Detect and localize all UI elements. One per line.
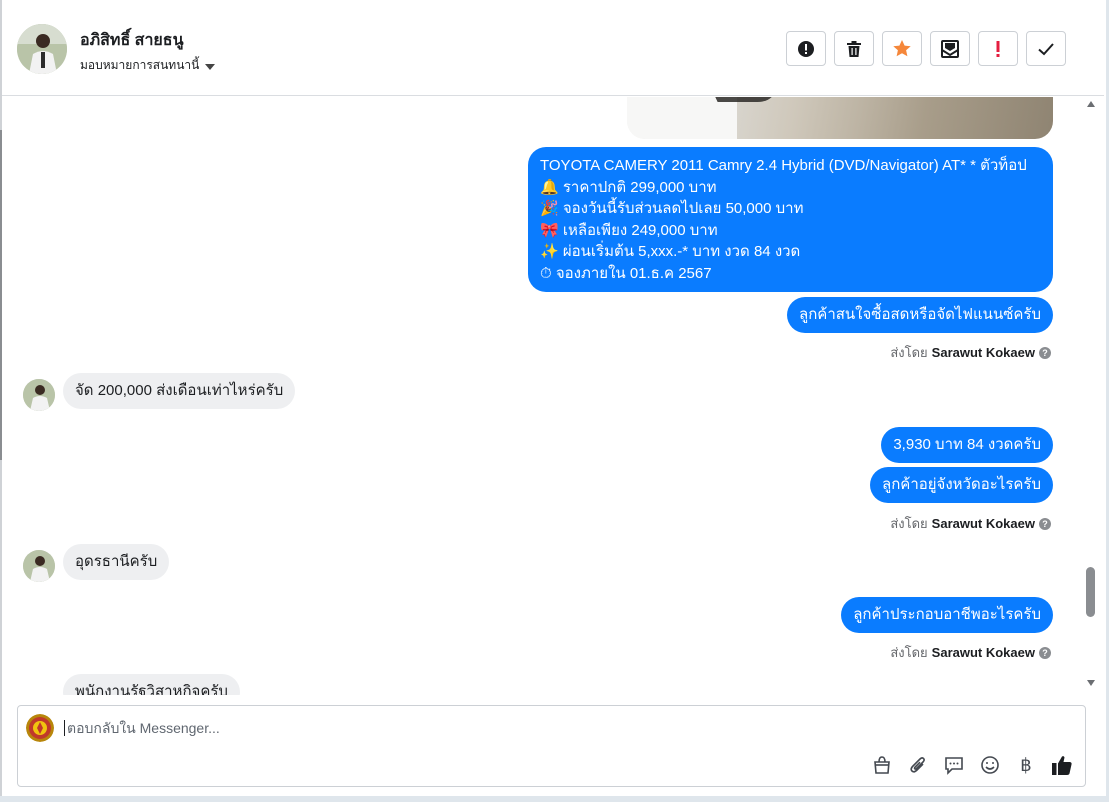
mark-unread-button[interactable] [930, 31, 970, 66]
outgoing-message: ลูกค้าประกอบอาชีพอะไรครับ [841, 597, 1053, 633]
exclamation-icon [996, 40, 1000, 57]
car-listing-message: TOYOTA CAMERY 2011 Camry 2.4 Hybrid (DVD… [528, 147, 1053, 292]
star-button[interactable] [882, 31, 922, 66]
check-icon [1038, 42, 1054, 55]
incoming-message: พนักงานรัฐวิสาหกิจครับ [63, 674, 240, 695]
paperclip-icon[interactable] [907, 754, 929, 776]
agent-name: Sarawut Kokaew [931, 516, 1035, 531]
message-thread[interactable]: TOYOTA CAMERY 2011 Camry 2.4 Hybrid (DVD… [2, 97, 1080, 695]
outgoing-message: ลูกค้าอยู่จังหวัดอะไรครับ [870, 467, 1053, 503]
sent-by-label: ส่งโดย Sarawut Kokaew ? [890, 642, 1051, 663]
mark-important-button[interactable] [978, 31, 1018, 66]
mark-done-button[interactable] [1026, 31, 1066, 66]
sent-by-label: ส่งโดย Sarawut Kokaew ? [890, 342, 1051, 363]
listing-installment: ✨ ผ่อนเริ่มต้น 5,xxx.-* บาท งวด 84 งวด [540, 243, 801, 260]
scroll-thumb[interactable] [1086, 567, 1095, 617]
listing-normal-price: 🔔 ราคาปกติ 299,000 บาท [540, 178, 717, 196]
trash-icon [847, 40, 861, 57]
scroll-down-icon[interactable] [1087, 680, 1095, 686]
outgoing-message: ลูกค้าสนใจซื้อสดหรือจัดไฟแนนซ์ครับ [787, 297, 1053, 333]
contact-name: อภิสิทธิ์ สายธนู [80, 32, 184, 49]
shopping-bag-icon[interactable] [871, 754, 893, 776]
caret-down-icon [205, 63, 216, 70]
thumbs-up-icon[interactable] [1051, 754, 1073, 776]
conversation-header: อภิสิทธิ์ สายธนู มอบหมายการสนทนานี้ [2, 0, 1104, 96]
listing-final-price: 🎀 เหลือเพียง 249,000 บาท [540, 221, 718, 239]
saved-replies-icon[interactable] [943, 754, 965, 776]
help-icon[interactable]: ? [1039, 646, 1051, 659]
outgoing-message: 3,930 บาท 84 งวดครับ [881, 427, 1053, 463]
reply-input[interactable] [64, 720, 1044, 736]
assign-label: มอบหมายการสนทนานี้ [80, 58, 200, 72]
scroll-up-icon[interactable] [1087, 101, 1095, 107]
conversation-toolbar [786, 31, 1066, 66]
page-avatar [26, 714, 54, 742]
alert-circle-icon [798, 40, 814, 57]
listing-discount: 🎉 จองวันนี้รับส่วนลดไปเลย 50,000 บาท [540, 200, 804, 217]
help-icon[interactable]: ? [1039, 346, 1051, 359]
delete-button[interactable] [834, 31, 874, 66]
bottom-edge [0, 796, 1109, 802]
thread-scrollbar[interactable] [1083, 97, 1099, 695]
composer-actions: ฿ [871, 754, 1073, 776]
star-icon [893, 40, 911, 57]
listing-title: TOYOTA CAMERY 2011 Camry 2.4 Hybrid (DVD… [540, 157, 1027, 174]
listing-deadline: ⏱ จองภายใน 01.ธ.ค 2567 [540, 264, 712, 282]
assign-conversation-dropdown[interactable]: มอบหมายการสนทนานี้ [80, 56, 216, 75]
emoji-icon[interactable] [979, 754, 1001, 776]
contact-avatar[interactable] [17, 24, 67, 74]
baht-icon[interactable]: ฿ [1015, 754, 1037, 776]
car-photo-attachment[interactable] [627, 97, 1053, 139]
message-composer: ฿ [17, 705, 1086, 787]
customer-avatar[interactable] [23, 550, 55, 582]
report-spam-button[interactable] [786, 31, 826, 66]
customer-avatar[interactable] [23, 379, 55, 411]
agent-name: Sarawut Kokaew [931, 645, 1035, 660]
incoming-message: จัด 200,000 ส่งเดือนเท่าไหร่ครับ [63, 373, 296, 409]
help-icon[interactable]: ? [1039, 517, 1051, 530]
incoming-message: อุดรธานีครับ [63, 544, 170, 580]
sent-by-label: ส่งโดย Sarawut Kokaew ? [890, 513, 1051, 534]
envelope-icon [941, 39, 959, 58]
agent-name: Sarawut Kokaew [931, 345, 1035, 360]
